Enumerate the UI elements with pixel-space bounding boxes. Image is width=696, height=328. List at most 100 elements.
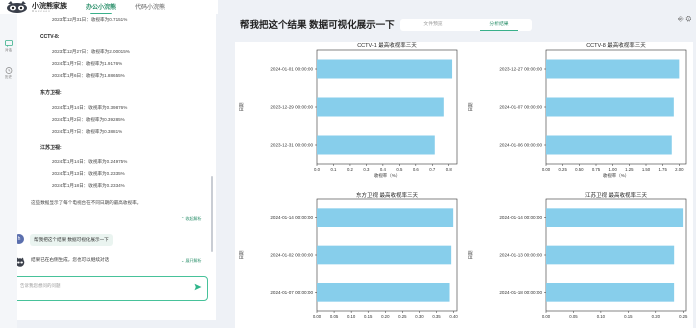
x-tick-label: 0.10 xyxy=(347,314,356,319)
x-axis-label: 收视率（%） xyxy=(603,172,630,179)
x-tick-label: 1.75 xyxy=(658,167,667,172)
x-tick-label: 1.00 xyxy=(608,167,617,172)
bar xyxy=(317,59,453,79)
result-line: 2024年1月18日：收视率为0.2334% xyxy=(52,183,125,188)
y-tick-label: 2023-12-27 00:00:00 xyxy=(499,67,542,72)
chart-title: 东方卫视 最高收视率三天 xyxy=(356,191,419,199)
result-line: 2024年1月7日：收视率为0.3881% xyxy=(52,129,123,134)
y-tick-label: 2023-12-29 00:00:00 xyxy=(270,105,313,110)
tab-code-raccoon[interactable]: 代码小浣熊 xyxy=(135,2,165,11)
chart-canvas: CCTV-1 最高收视率三天 0.0 0.1 0.2 0.3 0.4 0.5 0.6 0.7 0.… xyxy=(235,41,693,328)
x-tick-label: 0.25 xyxy=(558,167,567,172)
bar xyxy=(317,135,435,155)
user-message: 帮我把这个结果 数据可视化展示一下 xyxy=(30,234,113,246)
x-tick-label: 0.0 xyxy=(314,167,321,172)
x-tick-label: 0.4 xyxy=(380,167,387,172)
x-tick-label: 0.05 xyxy=(569,314,578,319)
x-tick-label: 0.00 xyxy=(542,167,551,172)
bot-message: 结果已在右侧生成，您也可以继续对话 xyxy=(31,257,110,262)
chat-input[interactable] xyxy=(20,281,170,289)
bar xyxy=(546,283,675,302)
tab-file-preview[interactable]: 文件预览 xyxy=(400,19,466,31)
result-line: 2024年1月13日：收视率为0.2335% xyxy=(52,171,125,176)
result-tabs: 文件预览 分析结果 xyxy=(400,19,532,31)
x-axis-label: 收视率（%） xyxy=(374,172,401,179)
x-tick-label: 0.00 xyxy=(542,314,551,319)
rail-item-chat[interactable]: 对话 xyxy=(2,40,15,53)
top-bar: 小浣熊家族 Raccoon 办公小浣熊 代码小浣熊 xyxy=(0,0,218,15)
group-title-cctv8: CCTV-8: xyxy=(40,34,60,40)
chart-title: CCTV-1 最高收视率三天 xyxy=(357,41,417,49)
chart-svg: CCTV-1 最高收视率三天 0.0 0.1 0.2 0.3 0.4 0.5 0.6 0.7 0.… xyxy=(239,41,458,179)
result-line: 2023年12月31日：收视率为0.7151% xyxy=(52,17,128,22)
result-line: 2024年1月14日：收视率为0.24975% xyxy=(52,159,128,164)
x-tick-label: 0.8 xyxy=(446,167,453,172)
x-tick-label: 0.20 xyxy=(652,314,661,319)
bar xyxy=(317,97,444,117)
collapse-analysis-link[interactable]: ⌃ 收起解析 xyxy=(181,216,201,222)
chat-icon xyxy=(4,40,13,47)
send-icon[interactable] xyxy=(194,283,202,291)
x-tick-label: 0.20 xyxy=(381,314,390,319)
chart-svg: 东方卫视 最高收视率三天 0.00 0.05 0.10 0.15 0.20 0.25 0.30… xyxy=(239,191,458,319)
collapse-analysis-label: 收起解析 xyxy=(185,216,202,221)
y-tick-label: 2024-01-18 00:00:00 xyxy=(499,290,542,295)
x-tick-label: 0.50 xyxy=(575,167,584,172)
y-axis-label: 日期 xyxy=(239,102,245,111)
raccoon-avatar-icon xyxy=(17,254,25,267)
x-tick-label: 0.10 xyxy=(597,314,606,319)
x-tick-label: 0.40 xyxy=(449,314,458,319)
app-window: 小浣熊家族 Raccoon 办公小浣熊 代码小浣熊 对话 历史 2023年12月… xyxy=(0,0,696,328)
x-tick-label: 1.50 xyxy=(642,167,651,172)
result-panel: 帮我把这个结果 数据可视化展示一下 文件预览 分析结果 ⎆ ⚙ CCTV-1 最… xyxy=(225,14,696,328)
bar xyxy=(546,245,675,265)
x-tick-label: 0.05 xyxy=(330,314,339,319)
expand-analysis-label: 展开解析 xyxy=(185,258,202,263)
chart-title: CCTV-8 最高收视率三天 xyxy=(586,41,646,49)
toolbar-icons[interactable]: ⎆ ⚙ xyxy=(678,16,691,24)
chat-panel: 2023年12月31日：收视率为0.7151% CCTV-8: 2023年12月… xyxy=(17,14,216,320)
rail-item-chat-label: 对话 xyxy=(5,48,12,52)
result-line: 2024年1月7日：收视率为1.9176% xyxy=(52,61,123,66)
result-line: 2024年1月6日：收视率为1.88655% xyxy=(52,73,125,78)
y-axis-label: 日期 xyxy=(239,250,245,259)
chart-svg: CCTV-8 最高收视率三天 0.00 0.25 0.50 0.75 1.00 1.25 1.… xyxy=(468,41,687,179)
y-tick-label: 2024-01-14 00:00:00 xyxy=(499,215,542,220)
x-tick-label: 0.1 xyxy=(330,167,337,172)
y-tick-label: 2024-01-02 00:00:00 xyxy=(270,253,313,258)
chart-cctv1: CCTV-1 最高收视率三天 0.0 0.1 0.2 0.3 0.4 0.5 0.6 0.7 0.… xyxy=(235,41,463,182)
bar xyxy=(546,208,684,227)
result-line: 2024年1月2日：收视率为0.39285% xyxy=(52,117,125,122)
x-tick-label: 0.3 xyxy=(363,167,370,172)
y-tick-label: 2023-12-31 00:00:00 xyxy=(270,143,313,148)
chart-title: 江苏卫视 最高收视率三天 xyxy=(585,191,648,199)
x-tick-label: 1.25 xyxy=(625,167,634,172)
bar xyxy=(546,135,672,155)
brand-subtitle: Raccoon xyxy=(32,9,51,13)
tab-analysis-result[interactable]: 分析结果 xyxy=(466,19,532,31)
bar xyxy=(317,245,452,265)
group-title-jiangsu: 江苏卫视: xyxy=(40,145,62,151)
left-rail: 对话 历史 xyxy=(0,14,17,328)
bar xyxy=(546,97,674,117)
y-tick-label: 2024-01-13 00:00:00 xyxy=(499,253,542,258)
x-tick-label: 0.5 xyxy=(396,167,403,172)
rail-item-history[interactable]: 历史 xyxy=(2,67,15,80)
y-tick-label: 2024-01-06 00:00:00 xyxy=(499,143,542,148)
x-tick-label: 0.15 xyxy=(624,314,633,319)
tab-office-raccoon[interactable]: 办公小浣熊 xyxy=(86,2,116,15)
x-tick-label: 0.2 xyxy=(347,167,354,172)
x-tick-label: 0.00 xyxy=(313,314,322,319)
chart-jiangsu: 江苏卫视 最高收视率三天 0.00 0.05 0.10 0.15 0.20 0.25 日期 20… xyxy=(464,191,692,328)
chat-scrollbar[interactable] xyxy=(211,176,213,252)
x-tick-label: 0.15 xyxy=(364,314,373,319)
group-title-dongfang: 东方卫视: xyxy=(40,90,62,96)
chat-input-box[interactable] xyxy=(17,276,208,301)
avatar: h xyxy=(17,234,24,244)
x-tick-label: 0.25 xyxy=(679,314,688,319)
expand-analysis-link[interactable]: ⌄ 展开解析 xyxy=(181,258,201,264)
x-tick-label: 0.7 xyxy=(429,167,436,172)
summary-text: 这些数据显示了每个电视台在不同日期的最高收视率。 xyxy=(31,200,142,205)
rail-item-history-label: 历史 xyxy=(5,75,12,79)
raccoon-logo-icon[interactable] xyxy=(4,0,30,14)
